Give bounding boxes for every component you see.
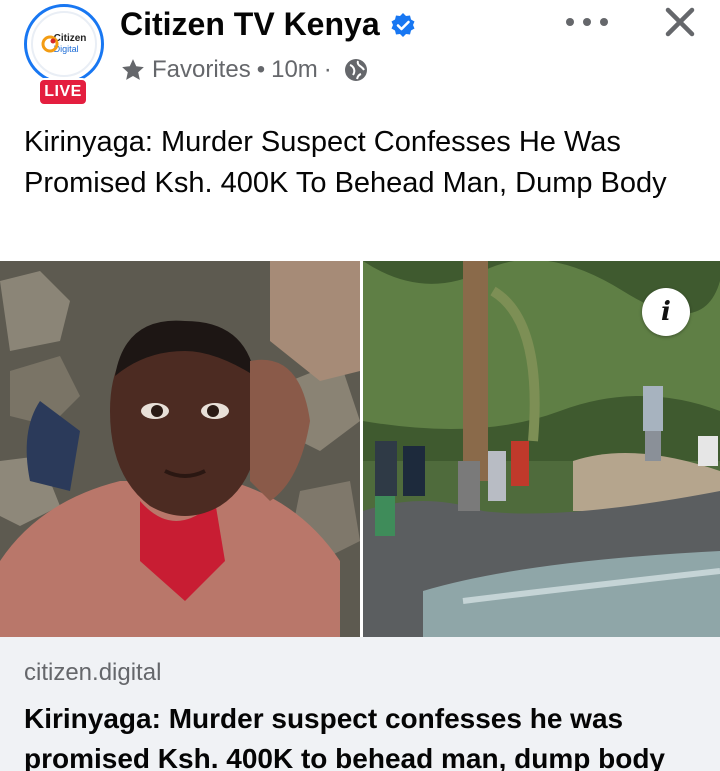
- logo-mark-icon: [41, 35, 59, 53]
- star-icon: [122, 59, 144, 80]
- more-dot: [600, 18, 608, 26]
- link-title[interactable]: Kirinyaga: Murder suspect confesses he w…: [24, 699, 704, 771]
- avatar-ring: Citizen Digital: [24, 4, 104, 84]
- more-options-button[interactable]: [566, 10, 608, 34]
- post-caption: Kirinyaga: Murder Suspect Confesses He W…: [24, 126, 667, 199]
- post-media[interactable]: i: [0, 261, 720, 637]
- link-domain: citizen.digital: [24, 659, 162, 686]
- page-name-link[interactable]: Citizen TV Kenya: [120, 6, 380, 43]
- meta-separator: •: [256, 56, 266, 83]
- meta-separator-2: ·: [323, 56, 332, 83]
- audience-label[interactable]: Favorites: [152, 56, 251, 84]
- suspect-photo[interactable]: [0, 261, 360, 637]
- verified-badge-icon: [391, 13, 415, 37]
- close-icon[interactable]: [662, 4, 698, 40]
- more-dot: [566, 18, 574, 26]
- post-meta: Favorites • 10m ·: [120, 54, 368, 86]
- globe-icon[interactable]: [344, 58, 368, 82]
- page-avatar[interactable]: Citizen Digital: [24, 4, 104, 84]
- link-preview-card[interactable]: citizen.digital Kirinyaga: Murder suspec…: [0, 637, 720, 771]
- info-button[interactable]: i: [642, 288, 690, 336]
- post-header: Citizen Digital LIVE Citizen TV Kenya Fa…: [0, 0, 720, 110]
- more-dot: [583, 18, 591, 26]
- post-time[interactable]: 10m: [271, 56, 318, 84]
- info-icon: i: [661, 297, 671, 327]
- live-badge: LIVE: [38, 78, 88, 106]
- citizen-digital-logo: Citizen Digital: [31, 11, 97, 77]
